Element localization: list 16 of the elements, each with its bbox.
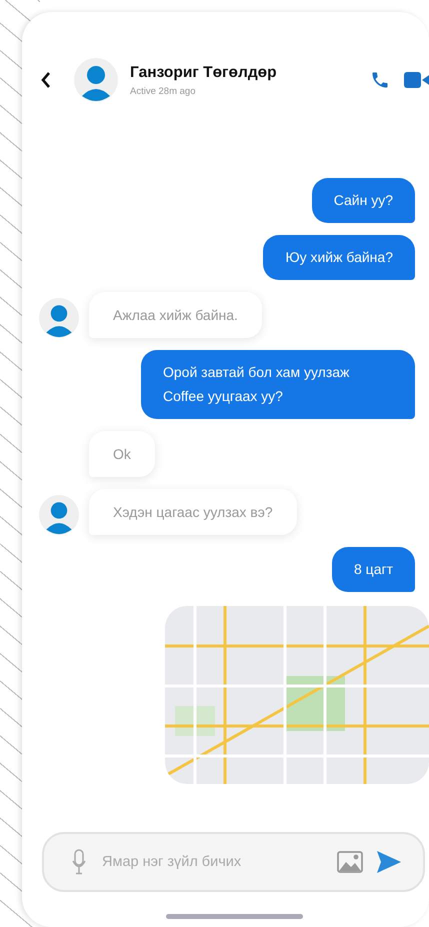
- sent-message: Сайн уу?: [312, 178, 415, 223]
- phone-icon[interactable]: [370, 70, 390, 90]
- received-message: Ok: [89, 431, 155, 477]
- message-input-field[interactable]: Ямар нэг зүйл бичих: [100, 853, 323, 871]
- video-camera-icon[interactable]: [404, 71, 429, 89]
- image-icon[interactable]: [337, 851, 363, 873]
- sent-message: 8 цагт: [332, 547, 415, 592]
- avatar-icon: [74, 58, 118, 102]
- sent-message: Орой завтай бол хам уулзаж Coffee ууцгаах уу?: [141, 350, 415, 419]
- send-icon[interactable]: [377, 851, 401, 873]
- active-status: Active 28m ago: [130, 86, 196, 96]
- contact-name: Ганзориг Төгөлдөр: [130, 64, 278, 82]
- sent-message: Юу хийж байна?: [263, 235, 415, 280]
- received-message: Ажлаа хийж байна.: [89, 292, 262, 338]
- received-message: Хэдэн цагаас уулзах вэ?: [89, 489, 297, 535]
- microphone-icon[interactable]: [72, 849, 86, 875]
